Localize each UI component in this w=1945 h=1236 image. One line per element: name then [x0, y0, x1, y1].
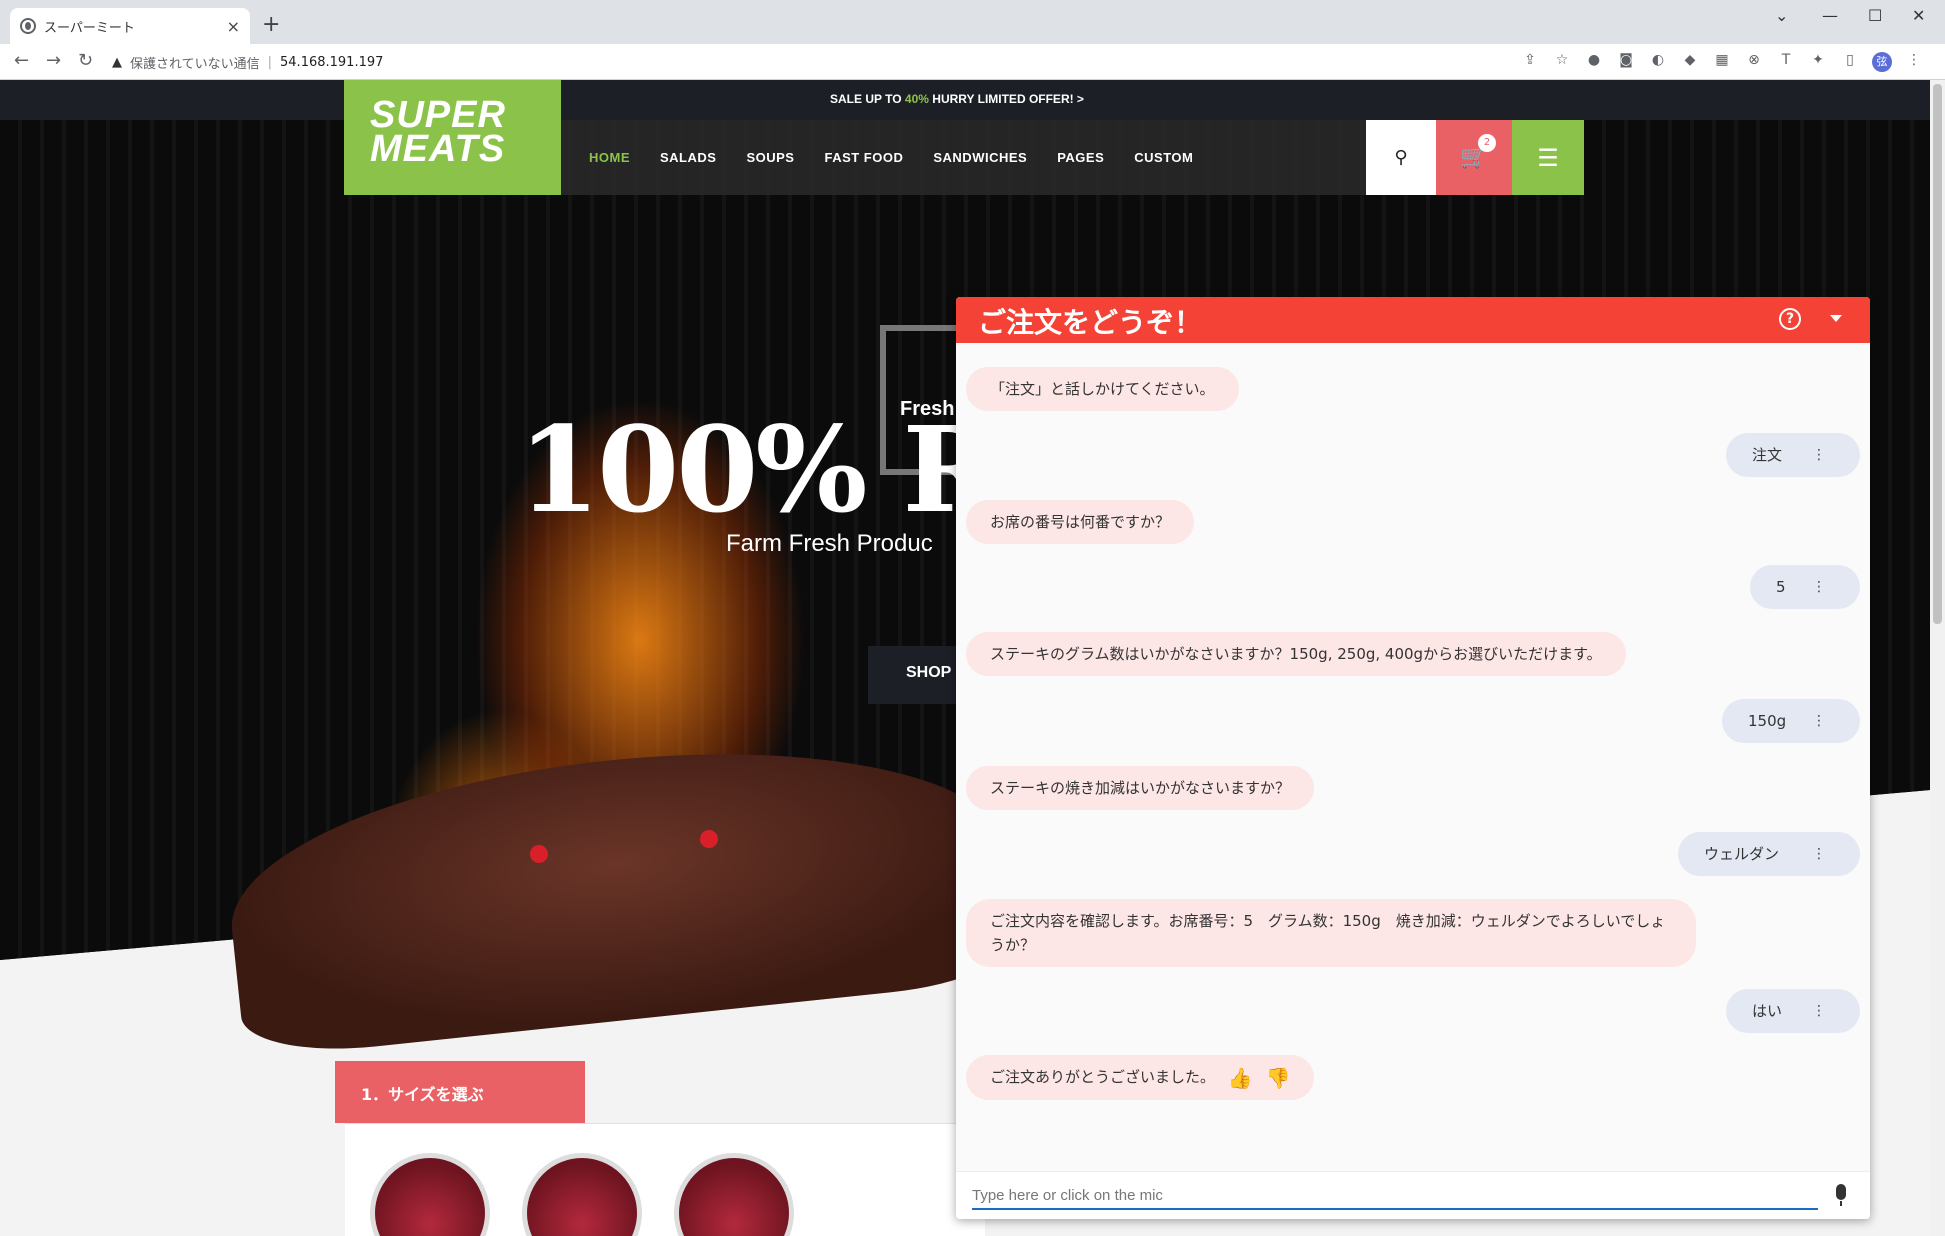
nav-pages[interactable]: PAGES: [1057, 150, 1104, 165]
maximize-icon[interactable]: ☐: [1868, 6, 1882, 25]
bot-message: お席の番号は何番ですか？: [966, 500, 1195, 544]
nav-sandwiches[interactable]: SANDWICHES: [933, 150, 1027, 165]
promo-strip: SALE UP TO 40% HURRY LIMITED OFFER! >: [0, 80, 1930, 120]
thumbs-down-icon[interactable]: 👎: [1265, 1066, 1290, 1090]
user-message: ウェルダン ⋮: [1678, 832, 1860, 876]
extension-icon[interactable]: ▦: [1712, 52, 1732, 72]
puzzle-icon[interactable]: ✦: [1808, 52, 1828, 72]
nav-home[interactable]: HOME: [589, 150, 630, 165]
mic-icon[interactable]: [1836, 1184, 1846, 1206]
insecure-label[interactable]: 保護されていない通信: [130, 53, 260, 72]
minimize-icon[interactable]: —: [1822, 6, 1838, 25]
extension-icon[interactable]: ◐: [1648, 52, 1668, 72]
url-text[interactable]: 54.168.191.197: [280, 55, 383, 70]
forward-icon[interactable]: →: [46, 50, 61, 71]
chat-input-bar: [956, 1171, 1870, 1219]
bookmark-star-icon[interactable]: ☆: [1552, 52, 1572, 72]
browser-toolbar: ← → ↻ ▲ 保護されていない通信 | 54.168.191.197 ⇪ ☆ …: [0, 44, 1945, 80]
message-menu-icon[interactable]: ⋮: [1812, 842, 1826, 866]
close-tab-icon[interactable]: ×: [227, 17, 240, 36]
sidepanel-icon[interactable]: ▯: [1840, 52, 1860, 72]
cart-button[interactable]: 🛒 2: [1436, 120, 1512, 195]
bot-message: ステーキの焼き加減はいかがなさいますか？: [966, 766, 1315, 810]
extensions-area: ⇪ ☆ ● ◙ ◐ ◆ ▦ ⊗ T ✦ ▯ 弦 ⋮: [1520, 52, 1924, 72]
reload-icon[interactable]: ↻: [78, 50, 93, 71]
user-message: 注文 ⋮: [1726, 433, 1860, 477]
search-icon: ⚲: [1394, 147, 1408, 168]
thumbs-up-icon[interactable]: 👍: [1228, 1066, 1253, 1090]
help-icon[interactable]: ?: [1779, 308, 1801, 330]
user-message: 5 ⋮: [1750, 565, 1860, 609]
message-menu-icon[interactable]: ⋮: [1812, 443, 1826, 467]
sale-banner[interactable]: SALE UP TO 40% HURRY LIMITED OFFER! >: [830, 92, 1084, 106]
back-icon[interactable]: ←: [14, 50, 29, 71]
chat-input[interactable]: [972, 1182, 1818, 1210]
bot-message: ステーキのグラム数はいかがなさいますか？150g, 250g, 400gからお選…: [966, 632, 1626, 676]
peppercorn-image: [700, 830, 718, 848]
collapse-icon[interactable]: [1830, 315, 1842, 322]
browser-menu-icon[interactable]: ⋮: [1904, 52, 1924, 72]
nav-salads[interactable]: SALADS: [660, 150, 716, 165]
size-step-tab[interactable]: 1．サイズを選ぶ: [335, 1061, 585, 1123]
hamburger-icon: ☰: [1537, 143, 1559, 172]
hero-subtitle: Farm Fresh Produc: [726, 530, 933, 557]
nav-fast-food[interactable]: FAST FOOD: [824, 150, 903, 165]
globe-icon: [20, 18, 36, 34]
main-nav: HOME SALADS SOUPS FAST FOOD SANDWICHES P…: [561, 120, 1366, 195]
message-menu-icon[interactable]: ⋮: [1812, 999, 1826, 1023]
page-scrollbar[interactable]: [1930, 80, 1945, 1236]
extension-check-icon[interactable]: ●: [1584, 52, 1604, 72]
address-bar[interactable]: ▲ 保護されていない通信 | 54.168.191.197: [112, 49, 1562, 75]
site-logo[interactable]: SUPER MEATS: [344, 80, 561, 195]
extension-icon[interactable]: ◆: [1680, 52, 1700, 72]
tab-search-icon[interactable]: ⌄: [1775, 6, 1788, 25]
search-button[interactable]: ⚲: [1366, 120, 1436, 195]
peppercorn-image: [530, 845, 548, 863]
chat-widget: ご注文をどうぞ！ ? 「注文」と話しかけてください。 注文 ⋮ お席の番号は何番…: [956, 297, 1870, 1219]
nav-soups[interactable]: SOUPS: [746, 150, 794, 165]
bot-message: 「注文」と話しかけてください。: [966, 367, 1239, 411]
scrollbar-thumb[interactable]: [1933, 84, 1942, 624]
text-tool-icon[interactable]: T: [1776, 52, 1796, 72]
chat-header: ご注文をどうぞ！ ?: [956, 297, 1870, 343]
warning-icon[interactable]: ▲: [112, 55, 122, 70]
chat-title: ご注文をどうぞ！: [978, 306, 1203, 339]
bot-message: ご注文内容を確認します。お席番号：5 グラム数：150g 焼き加減：ウェルダンで…: [966, 899, 1696, 967]
divider: |: [267, 54, 273, 70]
camera-icon[interactable]: ◙: [1616, 52, 1636, 72]
new-tab-button[interactable]: +: [262, 12, 280, 37]
browser-tabbar: スーパーミート × + ⌄ — ☐ ✕: [0, 0, 1945, 44]
menu-button[interactable]: ☰: [1512, 120, 1584, 195]
message-menu-icon[interactable]: ⋮: [1812, 575, 1826, 599]
tab-title: スーパーミート: [44, 20, 135, 36]
cart-count-badge: 2: [1478, 134, 1496, 152]
bot-message: ご注文ありがとうございました。 👍 👎: [966, 1055, 1315, 1100]
nav-custom[interactable]: CUSTOM: [1134, 150, 1193, 165]
browser-tab[interactable]: スーパーミート ×: [10, 8, 250, 44]
message-menu-icon[interactable]: ⋮: [1812, 709, 1826, 733]
user-message: はい ⋮: [1726, 989, 1860, 1033]
share-icon[interactable]: ⇪: [1520, 52, 1540, 72]
user-message: 150g ⋮: [1722, 699, 1860, 743]
extension-icon[interactable]: ⊗: [1744, 52, 1764, 72]
close-window-icon[interactable]: ✕: [1912, 6, 1925, 25]
profile-avatar[interactable]: 弦: [1872, 52, 1892, 72]
